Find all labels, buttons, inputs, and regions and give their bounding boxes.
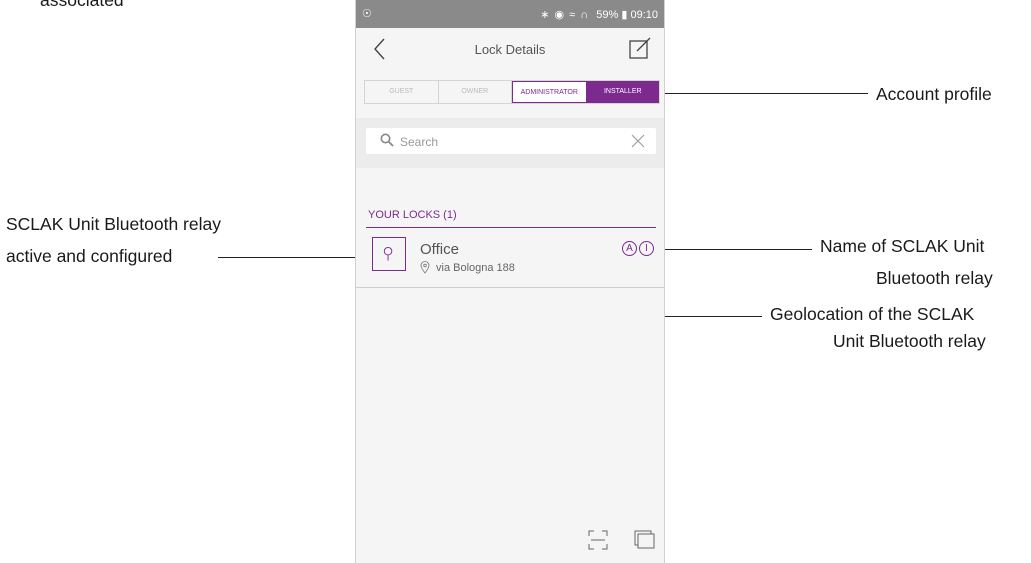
lock-address: via Bologna 188 bbox=[436, 262, 515, 274]
search-input[interactable] bbox=[398, 130, 622, 154]
divider bbox=[366, 227, 656, 228]
search-section bbox=[356, 118, 664, 168]
annotation-bluetooth-relay-active-line1: SCLAK Unit Bluetooth relay bbox=[6, 214, 221, 234]
search-icon bbox=[380, 133, 394, 147]
title-bar: Lock Details bbox=[356, 28, 664, 70]
status-bar: ☉ ∗ ◉ ≈ ∩ 59% ▮ 09:10 bbox=[356, 0, 664, 28]
tab-guest[interactable]: GUEST bbox=[365, 81, 439, 103]
account-profile-selector: GUEST OWNER ADMINISTRATOR INSTALLER bbox=[364, 80, 660, 104]
tab-installer[interactable]: INSTALLER bbox=[586, 81, 659, 103]
annotation-geolocation-line2: Unit Bluetooth relay bbox=[833, 331, 986, 351]
annotation-name-line2: Bluetooth relay bbox=[876, 268, 993, 288]
clock: 09:10 bbox=[630, 9, 658, 21]
lock-icon bbox=[372, 237, 406, 271]
lock-name: Office bbox=[420, 241, 459, 258]
lock-list-item[interactable]: Office via Bologna 188 A I bbox=[356, 232, 664, 287]
leader-line-relay-active bbox=[218, 257, 370, 258]
annotation-top-cut: associated bbox=[40, 0, 124, 10]
divider bbox=[356, 287, 664, 288]
location-pin-icon bbox=[420, 261, 430, 274]
annotation-account-profile: Account profile bbox=[876, 84, 992, 104]
battery-level: 59% bbox=[596, 9, 619, 21]
battery-icon: ▮ bbox=[621, 9, 628, 21]
multi-window-icon[interactable] bbox=[634, 530, 656, 550]
tab-owner[interactable]: OWNER bbox=[439, 81, 512, 103]
account-circle-icon: ☉ bbox=[362, 8, 372, 20]
annotation-name-line1: Name of SCLAK Unit bbox=[820, 236, 985, 256]
annotation-geolocation-line1: Geolocation of the SCLAK bbox=[770, 304, 975, 324]
close-icon[interactable] bbox=[630, 133, 646, 149]
search-box bbox=[366, 128, 656, 154]
locks-section-header: YOUR LOCKS (1) bbox=[368, 209, 457, 221]
keyhole-icon bbox=[383, 246, 393, 261]
annotation-bluetooth-relay-active-line2: active and configured bbox=[6, 246, 173, 266]
status-icons: ∗ ◉ ≈ ∩ bbox=[540, 9, 590, 21]
installer-badge: I bbox=[639, 241, 654, 256]
scan-icon[interactable] bbox=[588, 530, 608, 550]
leader-line-account-profile bbox=[660, 93, 868, 94]
administrator-badge: A bbox=[622, 241, 637, 256]
phone-screen: ☉ ∗ ◉ ≈ ∩ 59% ▮ 09:10 Lock Details GUEST… bbox=[355, 0, 665, 563]
page-title: Lock Details bbox=[474, 42, 546, 57]
edit-icon[interactable] bbox=[628, 36, 652, 60]
tab-administrator[interactable]: ADMINISTRATOR bbox=[512, 81, 587, 103]
status-bar-right: ∗ ◉ ≈ ∩ 59% ▮ 09:10 bbox=[540, 8, 658, 21]
